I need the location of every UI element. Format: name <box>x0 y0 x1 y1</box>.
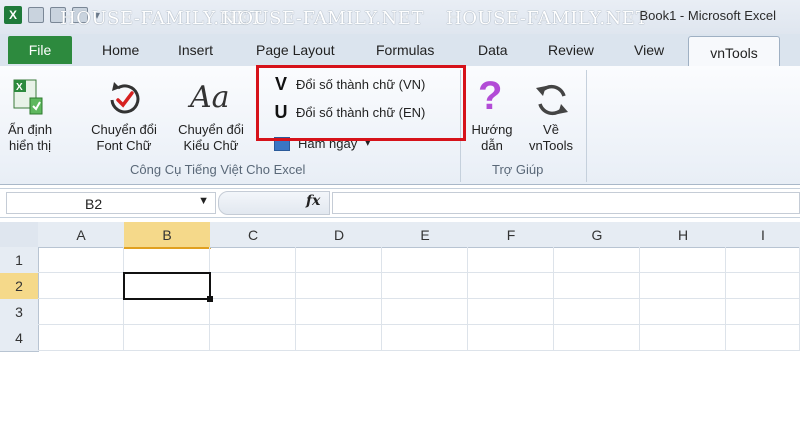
column-header-h[interactable]: H <box>640 222 727 248</box>
grid-cell[interactable] <box>640 299 726 325</box>
an-dinh-label-1: Ẩn định <box>7 122 53 137</box>
chevron-down-icon[interactable]: ▼ <box>198 195 209 207</box>
grid-cell[interactable] <box>210 247 296 273</box>
formula-input[interactable] <box>332 192 800 214</box>
row-header-3[interactable]: 3 <box>0 299 39 326</box>
column-header-e[interactable]: E <box>382 222 469 248</box>
save-icon[interactable] <box>28 7 44 23</box>
help-question-icon: ? <box>478 74 503 118</box>
ve-label-1: Về <box>543 122 559 137</box>
huong-dan-button[interactable]: Hướng dẫn <box>462 122 522 154</box>
name-box[interactable]: B2 ▼ <box>6 192 216 214</box>
grid-cell[interactable] <box>726 247 800 273</box>
huong-dan-label-2: dẫn <box>481 138 503 153</box>
excel-logo-icon[interactable]: X <box>4 6 22 24</box>
insert-function-icon[interactable]: fx <box>306 193 320 209</box>
grid-cell[interactable] <box>554 247 640 273</box>
grid-cell[interactable] <box>296 325 382 351</box>
tab-insert[interactable]: Insert <box>178 42 213 58</box>
column-header-f[interactable]: F <box>468 222 555 248</box>
group-separator <box>586 70 587 182</box>
chuyen-font-label-1: Chuyển đổi <box>91 122 157 137</box>
column-header-g[interactable]: G <box>554 222 641 248</box>
grid-cell[interactable] <box>468 247 554 273</box>
grid-cell[interactable] <box>640 325 726 351</box>
grid-cell[interactable] <box>210 299 296 325</box>
active-cell-b2[interactable] <box>123 272 211 300</box>
grid-cell[interactable] <box>468 325 554 351</box>
grid-cell[interactable] <box>382 273 468 299</box>
grid-cell[interactable] <box>382 325 468 351</box>
text-case-icon: Aa <box>190 80 230 115</box>
grid-cell[interactable] <box>726 299 800 325</box>
excel-sheet-icon: X <box>13 79 43 115</box>
highlight-box <box>256 65 466 141</box>
grid-cell[interactable] <box>38 273 124 299</box>
column-header-a[interactable]: A <box>38 222 125 248</box>
formula-bar: B2 ▼ fx <box>0 188 800 218</box>
column-header-b[interactable]: B <box>124 222 211 249</box>
svg-text:X: X <box>16 82 23 93</box>
grid-cell[interactable] <box>124 325 210 351</box>
grid-cell[interactable] <box>468 299 554 325</box>
an-dinh-hien-thi-button[interactable]: Ẩn định hiển thị <box>6 122 54 154</box>
refresh-icon <box>536 84 568 116</box>
ve-vntools-button[interactable]: Về vnTools <box>520 122 582 154</box>
column-header-i[interactable]: I <box>726 222 800 248</box>
tab-home[interactable]: Home <box>102 42 139 58</box>
grid-cell[interactable] <box>124 299 210 325</box>
fill-handle[interactable] <box>207 296 213 302</box>
window-title: Book1 - Microsoft Excel <box>639 8 776 23</box>
chuyen-doi-font-chu-button[interactable]: Chuyển đổi Font Chữ <box>84 122 164 154</box>
grid-cell[interactable] <box>726 273 800 299</box>
tab-data[interactable]: Data <box>478 42 508 58</box>
row-header-2[interactable]: 2 <box>0 273 39 300</box>
watermark-text: HOUSE-FAMILY.NET <box>446 8 648 29</box>
tab-review[interactable]: Review <box>548 42 594 58</box>
chuyen-doi-kieu-chu-button[interactable]: Chuyển đổi Kiểu Chữ <box>170 122 252 154</box>
grid-cell[interactable] <box>210 273 296 299</box>
grid-cell[interactable] <box>640 247 726 273</box>
tab-formulas[interactable]: Formulas <box>376 42 434 58</box>
grid-cell[interactable] <box>296 247 382 273</box>
grid-cell[interactable] <box>468 273 554 299</box>
name-box-value: B2 <box>85 196 103 212</box>
title-bar: X ▾ HOUSE-FAMILY.NET HOUSE-FAMILY.NET HO… <box>0 0 800 34</box>
ve-label-2: vnTools <box>528 138 574 153</box>
grid-cell[interactable] <box>38 247 124 273</box>
tab-page-layout[interactable]: Page Layout <box>256 42 335 58</box>
grid-cell[interactable] <box>296 273 382 299</box>
tab-file[interactable]: File <box>8 36 72 64</box>
chuyen-kieu-label-2: Kiểu Chữ <box>183 138 239 153</box>
ribbon-tabs: File Home Insert Page Layout Formulas Da… <box>0 34 800 68</box>
group-label-cong-cu: Công Cụ Tiếng Việt Cho Excel <box>130 162 306 177</box>
grid-cell[interactable] <box>124 247 210 273</box>
grid-cell[interactable] <box>296 299 382 325</box>
grid-cell[interactable] <box>640 273 726 299</box>
watermark-text: HOUSE-FAMILY.NET <box>222 8 424 29</box>
column-header-d[interactable]: D <box>296 222 383 248</box>
grid-cell[interactable] <box>382 247 468 273</box>
an-dinh-label-2: hiển thị <box>9 138 51 153</box>
column-header-c[interactable]: C <box>210 222 297 248</box>
grid-cell[interactable] <box>554 299 640 325</box>
chuyen-kieu-label-1: Chuyển đổi <box>178 122 244 137</box>
grid-cell[interactable] <box>38 299 124 325</box>
grid-cell[interactable] <box>382 299 468 325</box>
chuyen-font-label-2: Font Chữ <box>96 138 152 153</box>
grid-cell[interactable] <box>554 325 640 351</box>
convert-font-icon <box>110 82 140 114</box>
group-label-tro-giup: Trợ Giúp <box>492 162 544 177</box>
grid-cell[interactable] <box>726 325 800 351</box>
select-all-button[interactable] <box>0 222 39 248</box>
row-header-4[interactable]: 4 <box>0 325 39 352</box>
tab-vntools[interactable]: vnTools <box>688 36 780 68</box>
huong-dan-label-1: Hướng <box>471 122 513 137</box>
grid-cell[interactable] <box>210 325 296 351</box>
grid-cell[interactable] <box>554 273 640 299</box>
tab-view[interactable]: View <box>634 42 664 58</box>
grid-cell[interactable] <box>38 325 124 351</box>
row-header-1[interactable]: 1 <box>0 247 39 274</box>
